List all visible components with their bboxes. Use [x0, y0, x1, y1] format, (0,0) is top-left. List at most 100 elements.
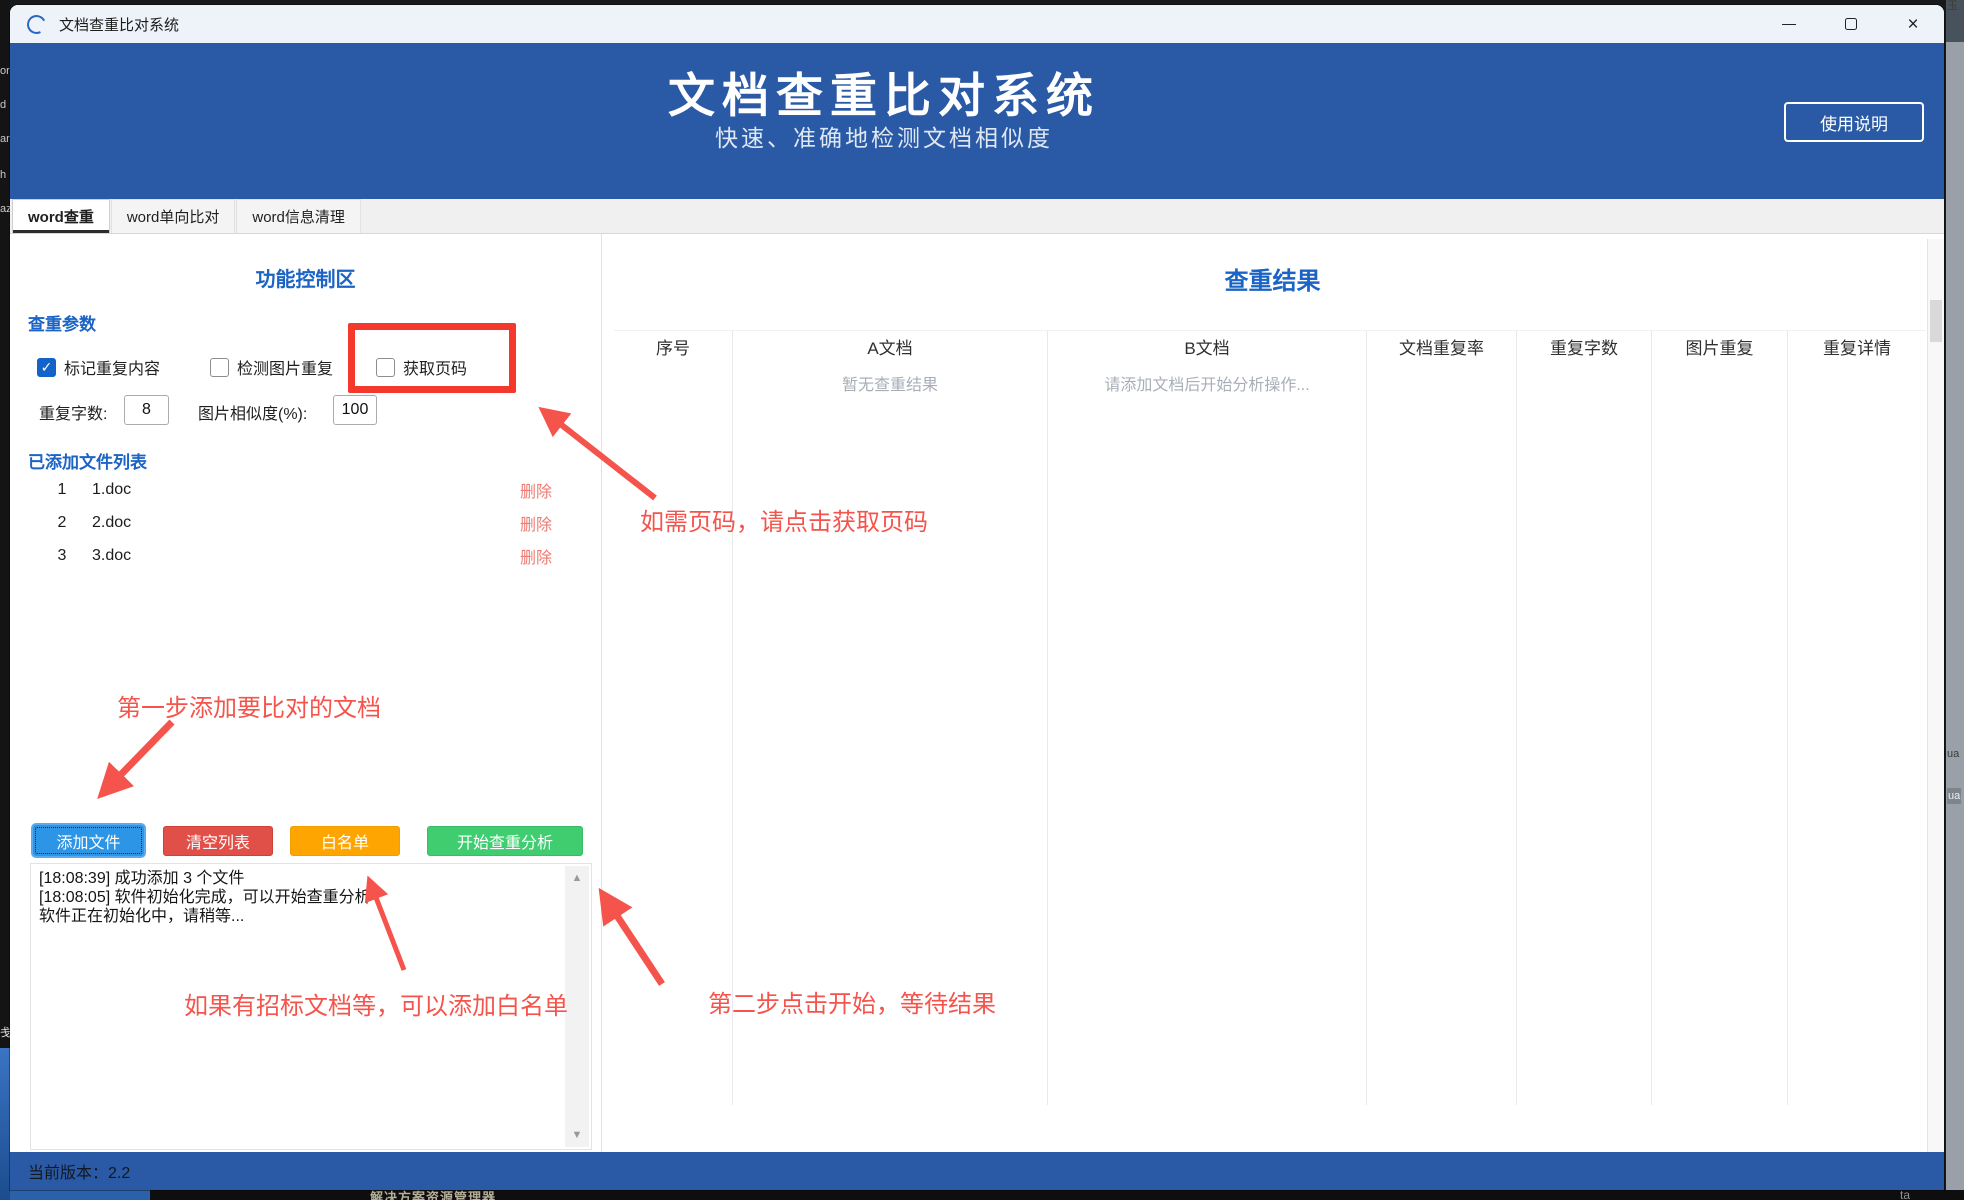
start-analysis-button[interactable]: 开始查重分析: [427, 826, 583, 856]
results-scrollbar[interactable]: [1927, 239, 1944, 1152]
app-logo-icon: [25, 12, 49, 36]
focus-ring: [35, 827, 142, 854]
checkbox-item[interactable]: 获取页码: [376, 355, 467, 379]
background-text-fragment: 戋: [0, 1028, 10, 1039]
tab-label: word查重: [28, 206, 94, 227]
maximize-icon: [1845, 18, 1857, 30]
background-text-fragment: or: [0, 66, 10, 77]
scroll-up-icon[interactable]: ▲: [565, 868, 589, 888]
background-text-fragment: ua: [1947, 748, 1959, 760]
tab-label: word单向比对: [127, 206, 220, 227]
delete-link[interactable]: 删除: [520, 544, 552, 568]
maximize-button[interactable]: [1820, 5, 1882, 43]
file-index: 2: [50, 514, 74, 532]
clear-list-button[interactable]: 清空列表: [163, 826, 273, 856]
file-row: 3 3.doc 删除: [10, 539, 601, 572]
tab[interactable]: word单向比对: [111, 199, 236, 233]
app-subtitle: 快速、准确地检测文档相似度: [715, 119, 1053, 153]
column-header: 重复字数: [1517, 331, 1652, 362]
window-controls: ×: [1758, 5, 1944, 43]
file-list: 1 1.doc 删除 2 2.doc 删除 3 3.doc 删除: [10, 473, 601, 572]
checkbox-item[interactable]: 检测图片重复: [210, 355, 333, 379]
background-text-fragment: d: [0, 100, 10, 111]
results-table-body: 暂无查重结果 请添加文档后开始分析操作...: [614, 362, 1926, 1105]
checkbox-label: 获取页码: [403, 355, 467, 379]
background-text-fragment: az: [0, 204, 10, 215]
desktop-left-strip: or d an h az 戋: [0, 0, 10, 1200]
results-table-header: 序号 A文档 B文档 文档重复率 重复字数 图片重复 重复详情: [614, 330, 1926, 362]
file-row: 1 1.doc 删除: [10, 473, 601, 506]
desktop-right-strip: 玉 ua ua: [1946, 0, 1964, 1200]
background-text-fragment: 玉: [1947, 0, 1958, 12]
desktop-wallpaper: [10, 1190, 150, 1200]
control-panel-title: 功能控制区: [10, 263, 601, 292]
log-lines: [18:08:39] 成功添加 3 个文件 [18:08:05] 软件初始化完成…: [39, 869, 549, 926]
minimize-icon: [1782, 24, 1796, 25]
column-header: B文档: [1048, 331, 1367, 362]
desktop-taskbar-strip: 解决方案资源管理器 ta: [10, 1190, 1964, 1200]
app-window: 文档查重比对系统 × 文档查重比对系统 快速、准确地检测文档相似度 使用说明 w…: [10, 5, 1944, 1190]
desktop-wallpaper: [0, 1048, 10, 1200]
params-inputs-row: 重复字数: 图片相似度(%):: [10, 395, 601, 425]
window-titlebar: 文档查重比对系统 ×: [10, 5, 1944, 43]
scroll-down-icon[interactable]: ▼: [565, 1125, 589, 1145]
file-name: 1.doc: [92, 481, 131, 499]
log-area[interactable]: [18:08:39] 成功添加 3 个文件 [18:08:05] 软件初始化完成…: [30, 863, 592, 1150]
params-section-title: 查重参数: [28, 310, 96, 335]
checkbox-item[interactable]: 标记重复内容: [37, 355, 160, 379]
table-column: [1788, 362, 1926, 1105]
background-text-fragment: ua: [1947, 788, 1961, 804]
table-column: [1652, 362, 1788, 1105]
log-line: 软件正在初始化中，请稍等...: [39, 907, 549, 926]
help-button[interactable]: 使用说明: [1784, 102, 1924, 142]
whitelist-button[interactable]: 白名单: [290, 826, 400, 856]
tab-label: word信息清理: [252, 206, 345, 227]
column-header: 图片重复: [1652, 331, 1788, 362]
checkbox[interactable]: [210, 358, 229, 377]
app-header: 文档查重比对系统 快速、准确地检测文档相似度 使用说明: [10, 43, 1944, 199]
file-index: 3: [50, 547, 74, 565]
log-scrollbar[interactable]: ▲ ▼: [565, 866, 589, 1147]
panel-divider: [601, 234, 602, 1152]
log-line: [18:08:39] 成功添加 3 个文件: [39, 869, 549, 888]
version-text: 当前版本：2.2: [28, 1159, 130, 1183]
tab-bar: word查重 word单向比对 word信息清理: [10, 199, 1944, 234]
minimize-button[interactable]: [1758, 5, 1820, 43]
checkbox[interactable]: [376, 358, 395, 377]
app-title: 文档查重比对系统: [668, 57, 1100, 126]
checkbox-row: 标记重复内容 检测图片重复 获取页码: [10, 355, 601, 379]
tab[interactable]: word信息清理: [236, 199, 361, 233]
table-column: [1517, 362, 1652, 1105]
close-icon: ×: [1907, 15, 1918, 34]
empty-state-b: 请添加文档后开始分析操作...: [1048, 371, 1366, 395]
window-title: 文档查重比对系统: [59, 14, 179, 35]
log-line: [18:08:05] 软件初始化完成，可以开始查重分析: [39, 888, 549, 907]
checkbox[interactable]: [37, 358, 56, 377]
file-row: 2 2.doc 删除: [10, 506, 601, 539]
image-similarity-label: 图片相似度(%):: [198, 400, 307, 424]
image-similarity-input[interactable]: [333, 395, 377, 425]
results-panel-title: 查重结果: [601, 261, 1944, 296]
delete-link[interactable]: 删除: [520, 511, 552, 535]
tab[interactable]: word查重: [12, 199, 110, 233]
table-column: [614, 362, 733, 1105]
action-button-row: 添加文件 清空列表 白名单 开始查重分析: [10, 822, 601, 860]
table-column: 暂无查重结果: [733, 362, 1048, 1105]
background-text-fragment: an: [0, 134, 10, 145]
file-name: 3.doc: [92, 547, 131, 565]
table-column: 请添加文档后开始分析操作...: [1048, 362, 1367, 1105]
repeat-chars-label: 重复字数:: [39, 400, 107, 424]
repeat-chars-input[interactable]: [124, 395, 169, 425]
checkbox-label: 检测图片重复: [237, 355, 333, 379]
add-file-button[interactable]: 添加文件: [31, 823, 146, 858]
desktop: or d an h az 戋 玉 ua ua 解决方案资源管理器 ta 文档查重…: [0, 0, 1964, 1200]
background-text-fragment: ta: [1900, 1190, 1910, 1200]
file-index: 1: [50, 481, 74, 499]
empty-state-a: 暂无查重结果: [733, 371, 1047, 395]
file-list-title: 已添加文件列表: [28, 448, 147, 473]
column-header: 文档重复率: [1367, 331, 1517, 362]
scrollbar-thumb[interactable]: [1930, 300, 1942, 342]
close-button[interactable]: ×: [1882, 5, 1944, 43]
delete-link[interactable]: 删除: [520, 478, 552, 502]
table-column: [1367, 362, 1517, 1105]
